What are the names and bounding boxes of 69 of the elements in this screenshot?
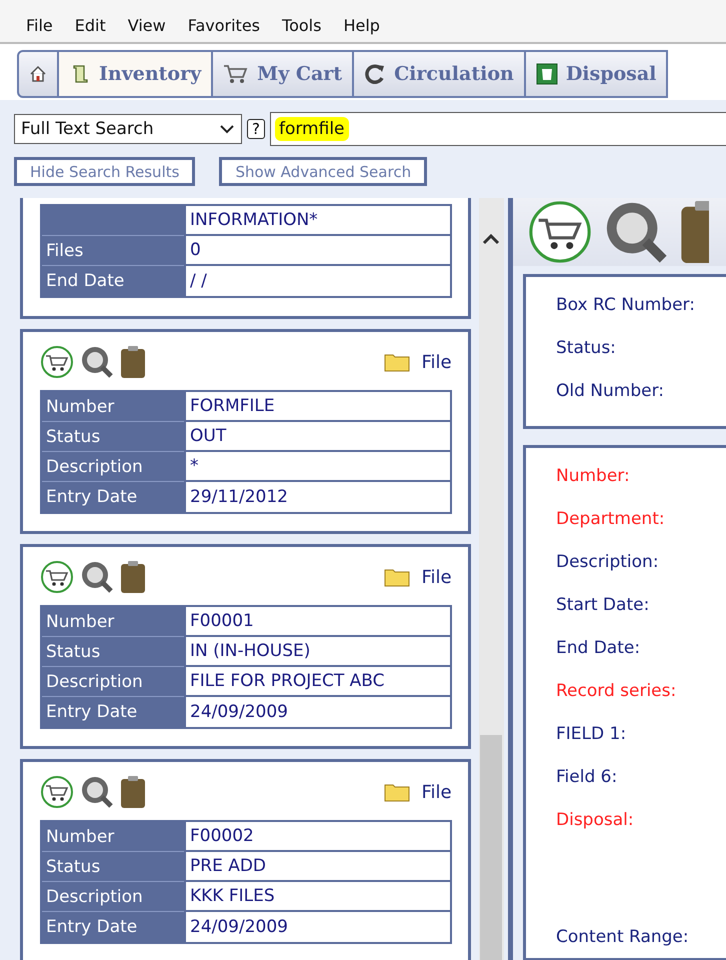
record-type: File xyxy=(422,782,452,802)
field-label: End Date: xyxy=(556,636,642,660)
bin-icon xyxy=(536,63,558,85)
field-label: Content Range: xyxy=(556,926,690,948)
folder-icon xyxy=(384,567,410,587)
add-to-cart-icon[interactable] xyxy=(40,560,74,594)
menu-item[interactable]: Help xyxy=(343,16,380,34)
field-value: 29/11/2012 xyxy=(184,482,450,512)
toggle-button[interactable]: Hide Search Results xyxy=(14,157,196,186)
record-type: File xyxy=(422,352,452,372)
clipboard-icon[interactable] xyxy=(120,345,146,379)
search-icon[interactable] xyxy=(80,775,114,809)
field-label: Status: xyxy=(556,336,617,360)
field-value: F00001 xyxy=(184,607,450,637)
field-label: Disposal: xyxy=(556,808,635,832)
menu-item[interactable]: Favorites xyxy=(188,16,260,34)
field-value: F00002 xyxy=(184,822,450,852)
field-value: FORMFILE xyxy=(184,392,450,422)
search-icon[interactable] xyxy=(80,560,114,594)
field-value: IN (IN-HOUSE) xyxy=(184,637,450,667)
clipboard-icon[interactable] xyxy=(120,775,146,809)
scrollbar[interactable] xyxy=(478,198,504,960)
search-mode-dropdown[interactable]: Full Text Search xyxy=(14,114,242,144)
field-value: / / xyxy=(184,266,450,296)
chevron-down-icon xyxy=(219,123,235,135)
field-label: Description: xyxy=(556,550,660,574)
menu-item[interactable]: File xyxy=(26,16,53,34)
tab[interactable]: Circulation xyxy=(354,50,526,98)
field-value: OUT xyxy=(184,422,450,452)
tab[interactable]: Disposal xyxy=(526,50,668,98)
field-value: KKK FILES xyxy=(184,882,450,912)
add-to-cart-icon[interactable] xyxy=(527,199,593,265)
tab[interactable]: My Cart xyxy=(213,50,354,98)
menu-item[interactable]: View xyxy=(128,16,166,34)
field-label: Start Date: xyxy=(556,594,650,616)
field-value: PRE ADD xyxy=(184,852,450,882)
help-button[interactable]: ? xyxy=(247,119,265,139)
add-to-cart-icon[interactable] xyxy=(40,775,74,809)
add-to-cart-icon[interactable] xyxy=(40,345,74,379)
record-type: File xyxy=(422,566,452,588)
folder-icon xyxy=(384,782,410,802)
tab[interactable]: Inventory xyxy=(59,50,214,98)
scroll-up-icon[interactable] xyxy=(481,232,502,246)
search-icon[interactable] xyxy=(80,345,114,379)
field-label: Record series: xyxy=(556,680,678,702)
field-label: FIELD 1: xyxy=(556,722,628,746)
clipboard-icon[interactable] xyxy=(679,199,709,265)
folder-icon xyxy=(384,352,410,372)
tab[interactable] xyxy=(17,50,59,98)
search-field[interactable]: formfile xyxy=(270,112,726,146)
field-label: Old Number: xyxy=(556,380,666,402)
field-value: FILE FOR PROJECT ABC xyxy=(184,667,450,697)
menu-item[interactable]: Tools xyxy=(282,16,322,34)
field-label: Number: xyxy=(556,464,631,488)
field-label: Field 6: xyxy=(556,766,618,788)
home-icon xyxy=(29,65,47,83)
clipboard-icon[interactable] xyxy=(120,560,146,594)
field-value: 0 xyxy=(184,236,450,266)
refresh-icon xyxy=(364,63,386,85)
toggle-button[interactable]: Show Advanced Search xyxy=(219,157,428,186)
cart-icon xyxy=(223,64,250,84)
field-value: INFORMATION* xyxy=(184,206,450,236)
field-value: 24/09/2009 xyxy=(184,912,450,942)
menu-item[interactable]: Edit xyxy=(74,16,106,34)
field-label: Department: xyxy=(556,508,666,530)
field-value: * xyxy=(184,452,450,482)
scrollbar-thumb[interactable] xyxy=(480,735,502,960)
field-label: Box RC Number: xyxy=(556,294,696,316)
field-value: 24/09/2009 xyxy=(184,697,450,727)
